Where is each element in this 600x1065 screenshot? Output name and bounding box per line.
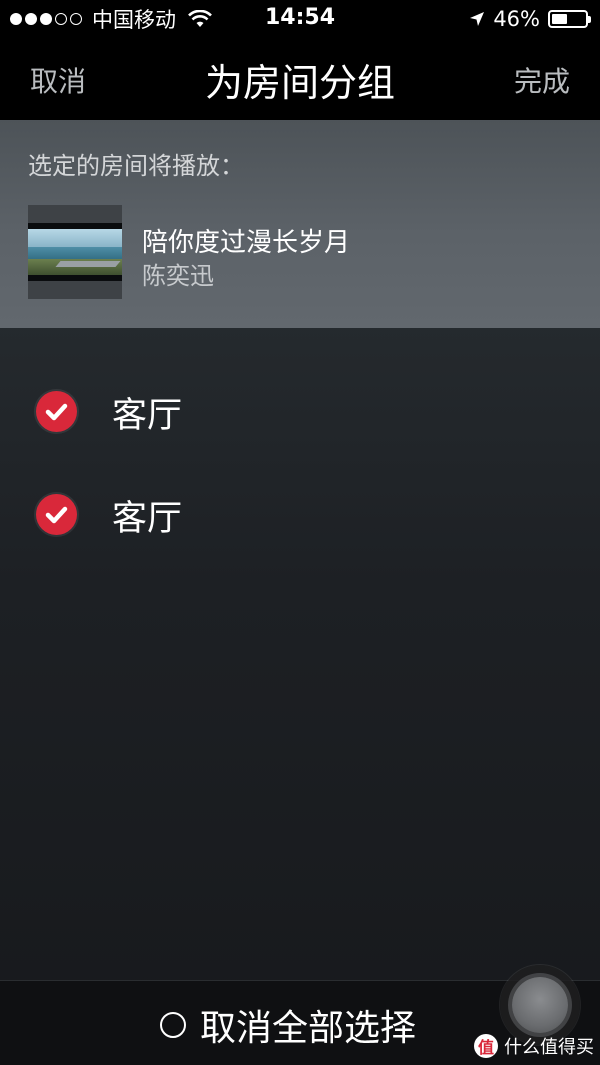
now-playing-caption: 选定的房间将播放：: [28, 152, 244, 180]
watermark: 值 什么值得买: [474, 1033, 594, 1059]
room-item[interactable]: 客厅: [0, 371, 600, 451]
track-artist: 陈奕迅: [142, 262, 214, 290]
done-button[interactable]: 完成: [514, 60, 570, 100]
battery-level-fill: [552, 14, 567, 24]
status-right: 46%: [469, 6, 591, 32]
battery-icon: [548, 10, 591, 28]
assistive-touch-icon: [512, 977, 568, 1033]
radio-circle-icon: [160, 1012, 186, 1038]
now-playing-panel: 选定的房间将播放： 陪你度过漫长岁月 陈奕迅: [0, 120, 600, 328]
battery-percent: 46%: [493, 7, 540, 31]
track-title: 陪你度过漫长岁月: [142, 228, 351, 258]
watermark-logo: 值: [474, 1034, 498, 1058]
room-item[interactable]: 客厅: [0, 474, 600, 554]
album-art: [28, 205, 122, 299]
page-title: 为房间分组: [204, 61, 395, 105]
screen: 中国移动 14:54 46% 取消 为房间分组 完成 选定的房间将播放： 陪你度…: [0, 0, 600, 1065]
deselect-all-button[interactable]: 取消全部选择: [160, 999, 416, 1051]
watermark-text: 什么值得买: [504, 1037, 594, 1058]
deselect-all-label: 取消全部选择: [200, 1008, 417, 1049]
status-bar: 中国移动 14:54 46%: [0, 0, 600, 38]
location-arrow-icon: [469, 11, 485, 27]
checkmark-icon[interactable]: [36, 494, 77, 535]
room-label: 客厅: [112, 396, 183, 436]
checkmark-icon[interactable]: [36, 391, 77, 432]
nav-bar: 取消 为房间分组 完成: [0, 38, 600, 120]
room-label: 客厅: [112, 499, 183, 539]
